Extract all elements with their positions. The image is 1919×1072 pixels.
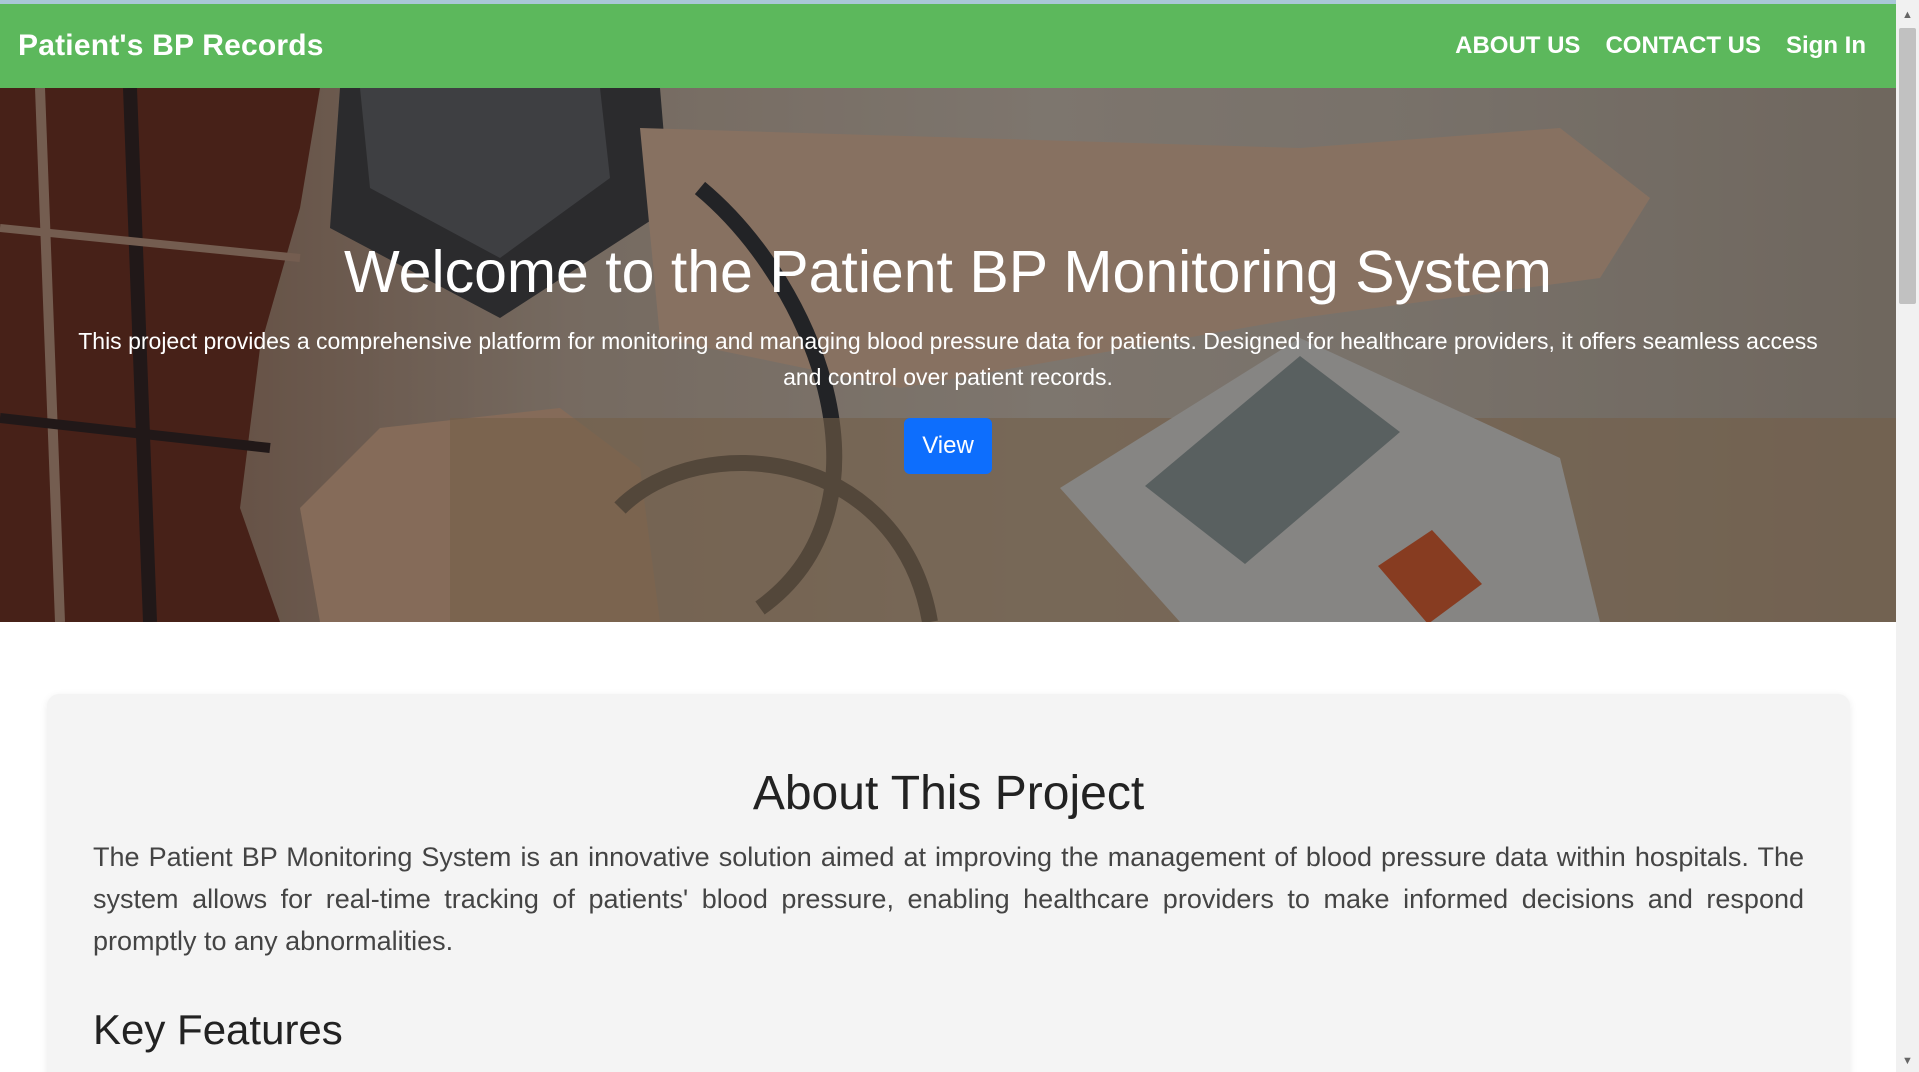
brand-title[interactable]: Patient's BP Records [18,29,324,63]
nav-link-about-us[interactable]: ABOUT US [1455,32,1580,60]
about-title: About This Project [752,767,1145,820]
hero-description: This project provides a comprehensive pl… [78,328,1818,390]
about-project-card: About This Project The Patient BP Monito… [47,694,1850,1072]
key-features-heading: Key Features [93,1006,343,1053]
scroll-up-arrow-icon[interactable]: ▲ [1896,6,1919,24]
nav-links: ABOUT US CONTACT US Sign In [1455,32,1866,60]
view-button[interactable]: View [904,418,992,474]
scroll-down-arrow-icon[interactable]: ▼ [1896,1052,1919,1070]
scrollbar-thumb[interactable] [1899,28,1916,304]
hero-content: Welcome to the Patient BP Monitoring Sys… [0,88,1896,622]
hero-title: Welcome to the Patient BP Monitoring Sys… [344,239,1552,305]
about-text: The Patient BP Monitoring System is an i… [93,842,1804,956]
nav-link-contact-us[interactable]: CONTACT US [1605,32,1761,60]
nav-link-sign-in[interactable]: Sign In [1786,32,1866,60]
top-navbar: Patient's BP Records ABOUT US CONTACT US… [0,4,1896,88]
vertical-scrollbar[interactable]: ▲ ▼ [1896,0,1919,1072]
page-viewport: Patient's BP Records ABOUT US CONTACT US… [0,0,1896,1072]
hero-banner: Welcome to the Patient BP Monitoring Sys… [0,88,1896,622]
